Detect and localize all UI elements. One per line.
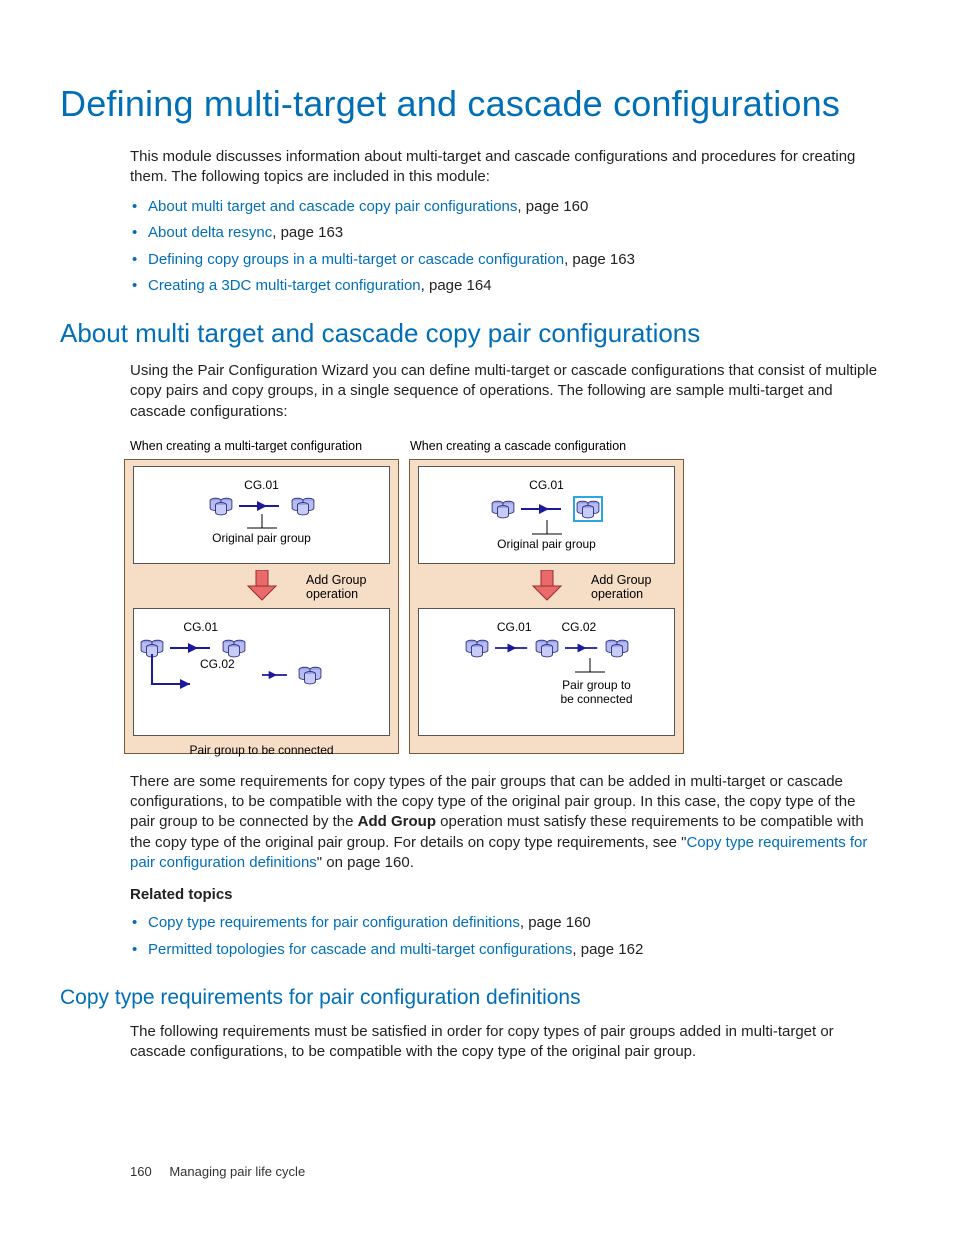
cg-label: CG.01 — [497, 619, 532, 635]
intro-paragraph: This module discusses information about … — [130, 147, 884, 188]
callout-icon — [532, 520, 562, 536]
original-pair-label: Original pair group — [425, 536, 668, 552]
connector-icon — [262, 667, 292, 683]
cg-label: CG.01 — [140, 619, 262, 635]
toc-link[interactable]: About multi target and cascade copy pair… — [148, 198, 517, 215]
config-diagram: When creating a multi-target configurati… — [124, 436, 684, 754]
page-title: Defining multi-target and cascade config… — [60, 80, 894, 129]
connector-icon — [565, 640, 599, 656]
related-topics-list: Copy type requirements for pair configur… — [130, 913, 884, 960]
add-group-bold: Add Group — [358, 813, 436, 830]
related-item: Permitted topologies for cascade and mul… — [130, 940, 884, 960]
toc-page: , page 160 — [517, 198, 588, 215]
toc-list: About multi target and cascade copy pair… — [130, 197, 884, 296]
toc-item: About multi target and cascade copy pair… — [130, 197, 884, 217]
page-footer: 160 Managing pair life cycle — [130, 1163, 305, 1181]
callout-icon — [575, 658, 605, 674]
toc-link[interactable]: About delta resync — [148, 224, 272, 241]
branch-connector-icon: CG.02 — [140, 654, 260, 698]
toc-item: Defining copy groups in a multi-target o… — [130, 250, 884, 270]
page-number: 160 — [130, 1164, 152, 1179]
toc-page: , page 164 — [421, 277, 492, 294]
add-group-label: Add Groupoperation — [591, 573, 671, 602]
storage-icon — [209, 496, 233, 516]
connector-icon — [239, 498, 285, 514]
related-page: , page 160 — [520, 914, 591, 931]
related-page: , page 162 — [572, 941, 643, 958]
related-link[interactable]: Copy type requirements for pair configur… — [148, 914, 520, 931]
down-arrow-icon — [531, 570, 563, 602]
original-pair-label: Original pair group — [140, 530, 383, 546]
cg-label: CG.02 — [200, 657, 235, 671]
add-group-label: Add Groupoperation — [306, 573, 386, 602]
section-heading-copytype: Copy type requirements for pair configur… — [60, 984, 894, 1012]
cg-label: CG.01 — [140, 477, 383, 493]
toc-item: About delta resync, page 163 — [130, 223, 884, 243]
toc-page: , page 163 — [564, 251, 635, 268]
callout-icon — [247, 514, 277, 530]
toc-link[interactable]: Creating a 3DC multi-target configuratio… — [148, 277, 421, 294]
down-arrow-icon — [246, 570, 278, 602]
connector-icon — [495, 640, 529, 656]
toc-item: Creating a 3DC multi-target configuratio… — [130, 276, 884, 296]
section1-para1: Using the Pair Configuration Wizard you … — [130, 361, 884, 422]
storage-icon — [291, 496, 315, 516]
storage-icon — [491, 499, 515, 519]
diagram-title-left: When creating a multi-target configurati… — [124, 436, 404, 459]
cg-label: CG.01 — [425, 477, 668, 493]
diagram-title-right: When creating a cascade configuration — [404, 436, 684, 459]
section2-para: The following requirements must be satis… — [130, 1022, 884, 1063]
storage-icon — [298, 665, 322, 685]
section-heading-about: About multi target and cascade copy pair… — [60, 316, 894, 351]
section1-para2: There are some requirements for copy typ… — [130, 772, 884, 873]
related-link[interactable]: Permitted topologies for cascade and mul… — [148, 941, 572, 958]
pair-group-connected-label: Pair group tobe connected — [525, 678, 668, 707]
related-topics-heading: Related topics — [130, 885, 884, 905]
chapter-name: Managing pair life cycle — [169, 1164, 305, 1179]
storage-icon — [465, 638, 489, 658]
storage-icon — [605, 638, 629, 658]
panel-cascade: CG.01 Original pair group — [409, 459, 684, 754]
toc-page: , page 163 — [272, 224, 343, 241]
related-item: Copy type requirements for pair configur… — [130, 913, 884, 933]
connector-icon — [521, 501, 567, 517]
panel-multitarget: CG.01 Original pair group Add Groupopera… — [124, 459, 399, 754]
storage-icon — [576, 499, 600, 519]
storage-icon — [535, 638, 559, 658]
toc-link[interactable]: Defining copy groups in a multi-target o… — [148, 251, 564, 268]
pair-group-connected-label: Pair group to be connected — [133, 742, 390, 758]
cg-label: CG.02 — [562, 619, 597, 635]
